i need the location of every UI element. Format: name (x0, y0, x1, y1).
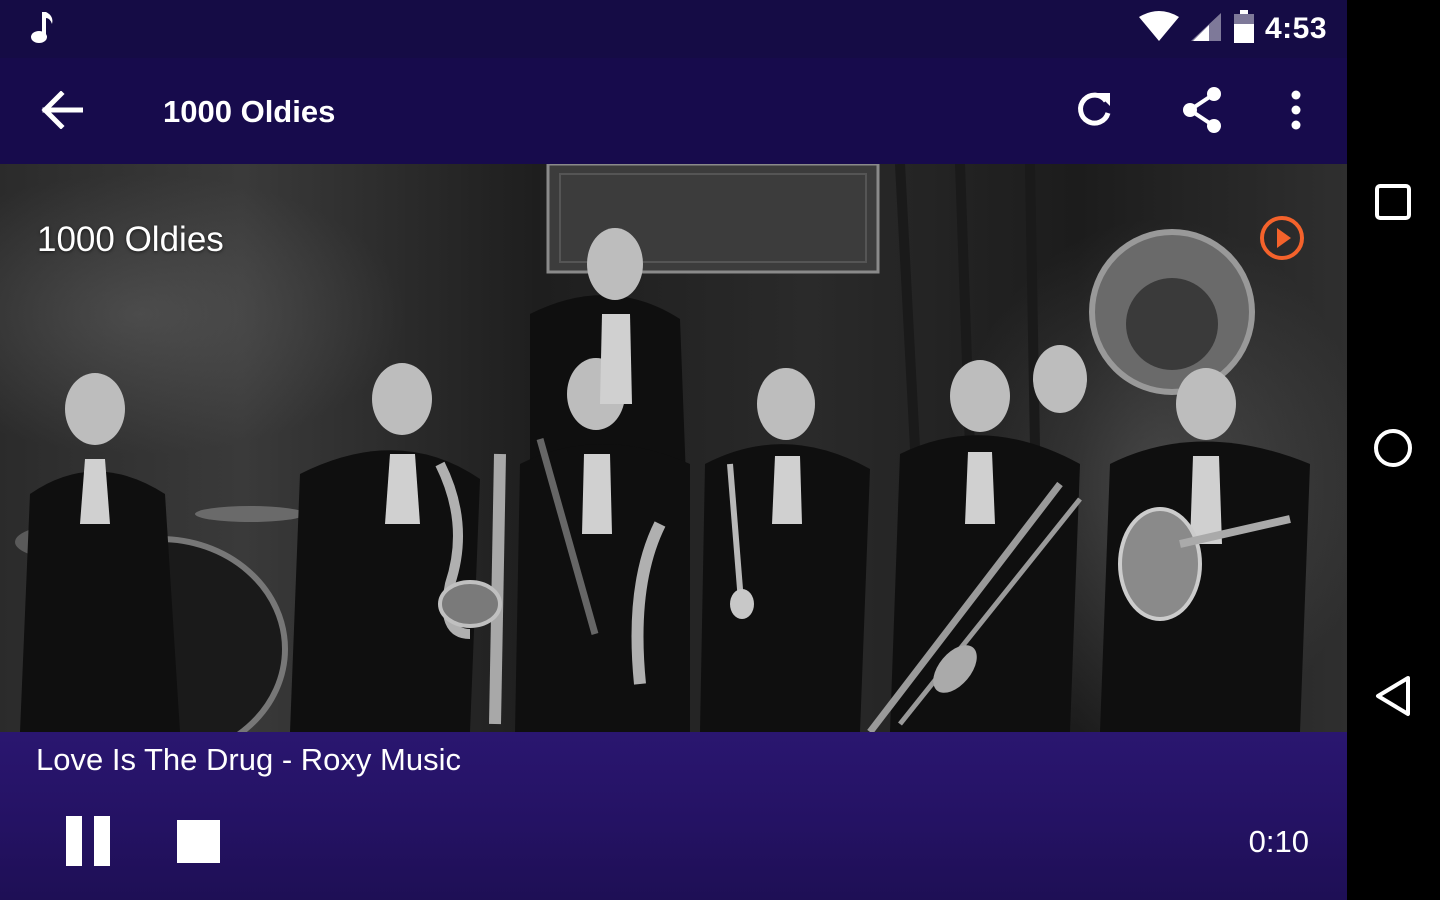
pause-icon-bar-left (66, 816, 82, 866)
back-icon (1373, 674, 1413, 723)
more-options-button[interactable] (1268, 84, 1324, 140)
more-vert-icon (1289, 90, 1303, 135)
home-icon (1372, 427, 1414, 474)
page-title: 1000 Oldies (163, 94, 336, 129)
status-bar: 4:53 (0, 0, 1347, 58)
refresh-button[interactable] (1066, 84, 1122, 140)
music-note-icon (28, 10, 56, 49)
home-button[interactable] (1367, 424, 1419, 476)
back-button[interactable] (36, 86, 88, 138)
wifi-icon (1138, 10, 1179, 48)
pause-button[interactable] (66, 816, 114, 868)
pause-icon-bar-right (94, 816, 110, 866)
stop-button[interactable] (177, 820, 220, 863)
play-station-button[interactable] (1258, 214, 1306, 262)
system-nav-bar (1347, 0, 1440, 900)
play-circle-icon (1258, 216, 1306, 266)
app-bar: 1000 Oldies (0, 58, 1347, 164)
status-clock: 4:53 (1264, 12, 1327, 45)
track-title: Love Is The Drug - Roxy Music (36, 742, 461, 777)
battery-icon (1233, 9, 1255, 49)
now-playing-panel: Love Is The Drug - Roxy Music 0:10 (0, 732, 1347, 900)
elapsed-time: 0:10 (1248, 824, 1309, 859)
refresh-icon (1073, 89, 1115, 136)
system-back-button[interactable] (1367, 672, 1419, 724)
share-button[interactable] (1174, 84, 1230, 140)
signal-icon (1189, 11, 1223, 48)
recents-icon (1374, 183, 1412, 226)
share-icon (1180, 86, 1224, 139)
recents-button[interactable] (1367, 178, 1419, 230)
station-artwork: 1000 Oldies (0, 164, 1347, 732)
station-name: 1000 Oldies (37, 220, 224, 259)
arrow-back-icon (41, 89, 84, 134)
